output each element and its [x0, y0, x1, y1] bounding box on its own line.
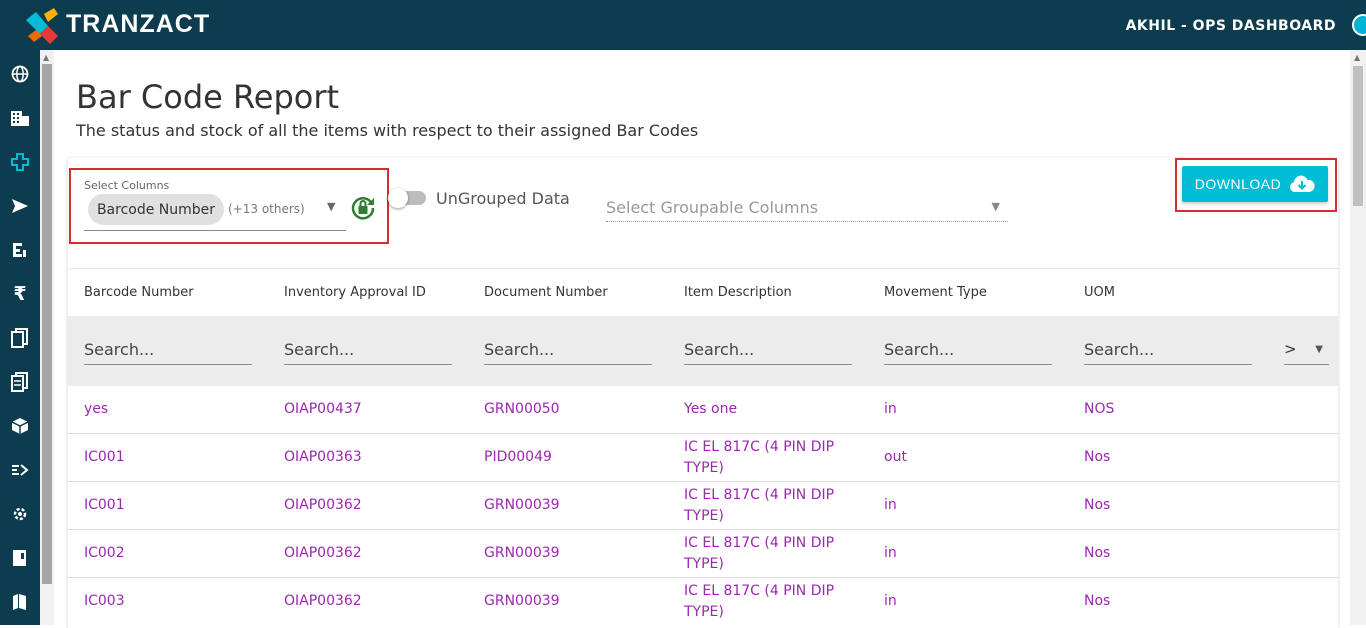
cell-uom: Nos: [1084, 449, 1111, 465]
cell-approval-id: OIAP00363: [284, 449, 362, 465]
cell-document-number: GRN00050: [484, 401, 560, 417]
search-input[interactable]: Search...: [284, 338, 452, 365]
column-header[interactable]: UOM: [1084, 285, 1115, 300]
groupable-columns-placeholder: Select Groupable Columns: [606, 198, 819, 217]
cell-uom: Nos: [1084, 545, 1111, 561]
other-columns-count: (+13 others): [228, 202, 305, 216]
ungrouped-toggle[interactable]: [388, 188, 426, 208]
column-header[interactable]: Inventory Approval ID: [284, 285, 426, 300]
page-title: Bar Code Report: [76, 78, 340, 116]
side-nav: ₹: [0, 50, 40, 625]
select-columns-underline: [84, 230, 346, 231]
selected-column-chip[interactable]: Barcode Number: [88, 194, 224, 225]
cell-item-description: IC EL 817C (4 PIN DIP TYPE): [684, 487, 835, 524]
settings-icon[interactable]: [0, 499, 40, 529]
book-icon[interactable]: [0, 543, 40, 573]
table-row[interactable]: yes OIAP00437 GRN00050 Yes one in NOS: [68, 386, 1338, 434]
left-scrollbar[interactable]: ▲: [40, 50, 54, 625]
list-icon[interactable]: [0, 235, 40, 265]
cell-barcode: IC001: [84, 497, 125, 513]
map-icon[interactable]: [0, 587, 40, 617]
column-header[interactable]: Movement Type: [884, 285, 987, 300]
scroll-up-arrow-icon[interactable]: ▲: [43, 53, 49, 62]
send-icon[interactable]: [0, 191, 40, 221]
cell-uom: NOS: [1084, 401, 1115, 417]
cell-document-number: GRN00039: [484, 497, 560, 513]
search-input[interactable]: Search...: [684, 338, 852, 365]
copy-icon[interactable]: [0, 323, 40, 353]
column-header[interactable]: Barcode Number: [84, 285, 194, 300]
cell-movement-type: in: [884, 497, 897, 513]
cell-approval-id: OIAP00437: [284, 401, 362, 417]
scroll-up-arrow-icon[interactable]: ▲: [1354, 53, 1360, 62]
table-row[interactable]: IC001 OIAP00363 PID00049 IC EL 817C (4 P…: [68, 434, 1338, 482]
cell-item-description: IC EL 817C (4 PIN DIP TYPE): [684, 535, 835, 572]
cell-item-description: IC EL 817C (4 PIN DIP TYPE): [684, 583, 835, 620]
left-scrollbar-thumb[interactable]: [42, 64, 52, 584]
cell-document-number: GRN00039: [484, 593, 560, 609]
groupable-columns-select[interactable]: Select Groupable Columns ▼: [606, 196, 1008, 222]
flow-icon[interactable]: [0, 455, 40, 485]
cloud-download-icon: [1290, 175, 1315, 192]
lock-reset-icon[interactable]: [350, 195, 376, 221]
right-scrollbar[interactable]: ▲: [1350, 50, 1366, 625]
filter-row: Search... Search... Search... Search... …: [68, 316, 1338, 386]
download-button[interactable]: DOWNLOAD: [1182, 166, 1328, 202]
package-icon[interactable]: [0, 411, 40, 441]
cell-movement-type: in: [884, 401, 897, 417]
cell-uom: Nos: [1084, 497, 1111, 513]
cell-document-number: PID00049: [484, 449, 552, 465]
plus-icon[interactable]: [0, 147, 40, 177]
download-label: DOWNLOAD: [1194, 176, 1282, 192]
cell-barcode: IC002: [84, 545, 125, 561]
table-row[interactable]: IC003 OIAP00362 GRN00039 IC EL 817C (4 P…: [68, 578, 1338, 626]
cell-barcode: IC001: [84, 449, 125, 465]
document-icon[interactable]: [0, 367, 40, 397]
table-row[interactable]: IC001 OIAP00362 GRN00039 IC EL 817C (4 P…: [68, 482, 1338, 530]
tranzact-logo-icon[interactable]: [22, 6, 62, 46]
more-label: >: [1284, 340, 1297, 358]
top-bar: TRANZACT AKHIL - OPS DASHBOARD: [0, 0, 1366, 50]
column-header[interactable]: Document Number: [484, 285, 608, 300]
search-input[interactable]: Search...: [84, 338, 252, 365]
search-input[interactable]: Search...: [484, 338, 652, 365]
select-columns-label: Select Columns: [84, 179, 170, 192]
cell-barcode: yes: [84, 401, 109, 417]
user-menu[interactable]: AKHIL - OPS DASHBOARD: [1126, 18, 1336, 34]
column-header[interactable]: Item Description: [684, 285, 792, 300]
rupee-icon[interactable]: ₹: [0, 279, 40, 309]
cell-approval-id: OIAP00362: [284, 545, 362, 561]
globe-icon[interactable]: [0, 59, 40, 89]
brand-name: TRANZACT: [66, 10, 211, 38]
cell-movement-type: in: [884, 593, 897, 609]
toggle-label: UnGrouped Data: [436, 189, 570, 208]
chevron-down-icon[interactable]: ▼: [327, 200, 335, 213]
avatar[interactable]: [1352, 14, 1366, 36]
cell-movement-type: out: [884, 449, 907, 465]
cell-approval-id: OIAP00362: [284, 593, 362, 609]
chevron-down-icon[interactable]: ▼: [1315, 344, 1323, 355]
cell-movement-type: in: [884, 545, 897, 561]
cell-approval-id: OIAP00362: [284, 497, 362, 513]
search-input[interactable]: Search...: [884, 338, 1052, 365]
cell-item-description: IC EL 817C (4 PIN DIP TYPE): [684, 439, 835, 476]
right-scrollbar-thumb[interactable]: [1353, 66, 1363, 206]
table-row[interactable]: IC002 OIAP00362 GRN00039 IC EL 817C (4 P…: [68, 530, 1338, 578]
search-input[interactable]: Search...: [1084, 338, 1252, 365]
page-subtitle: The status and stock of all the items wi…: [76, 121, 699, 140]
more-columns-select[interactable]: > ▼: [1284, 338, 1329, 365]
cell-barcode: IC003: [84, 593, 125, 609]
chevron-down-icon[interactable]: ▼: [992, 200, 1000, 213]
cell-document-number: GRN00039: [484, 545, 560, 561]
table-header-row: Barcode Number Inventory Approval ID Doc…: [68, 268, 1338, 316]
cell-uom: Nos: [1084, 593, 1111, 609]
cell-item-description: Yes one: [684, 401, 738, 417]
toggle-knob[interactable]: [388, 188, 408, 208]
building-icon[interactable]: [0, 103, 40, 133]
